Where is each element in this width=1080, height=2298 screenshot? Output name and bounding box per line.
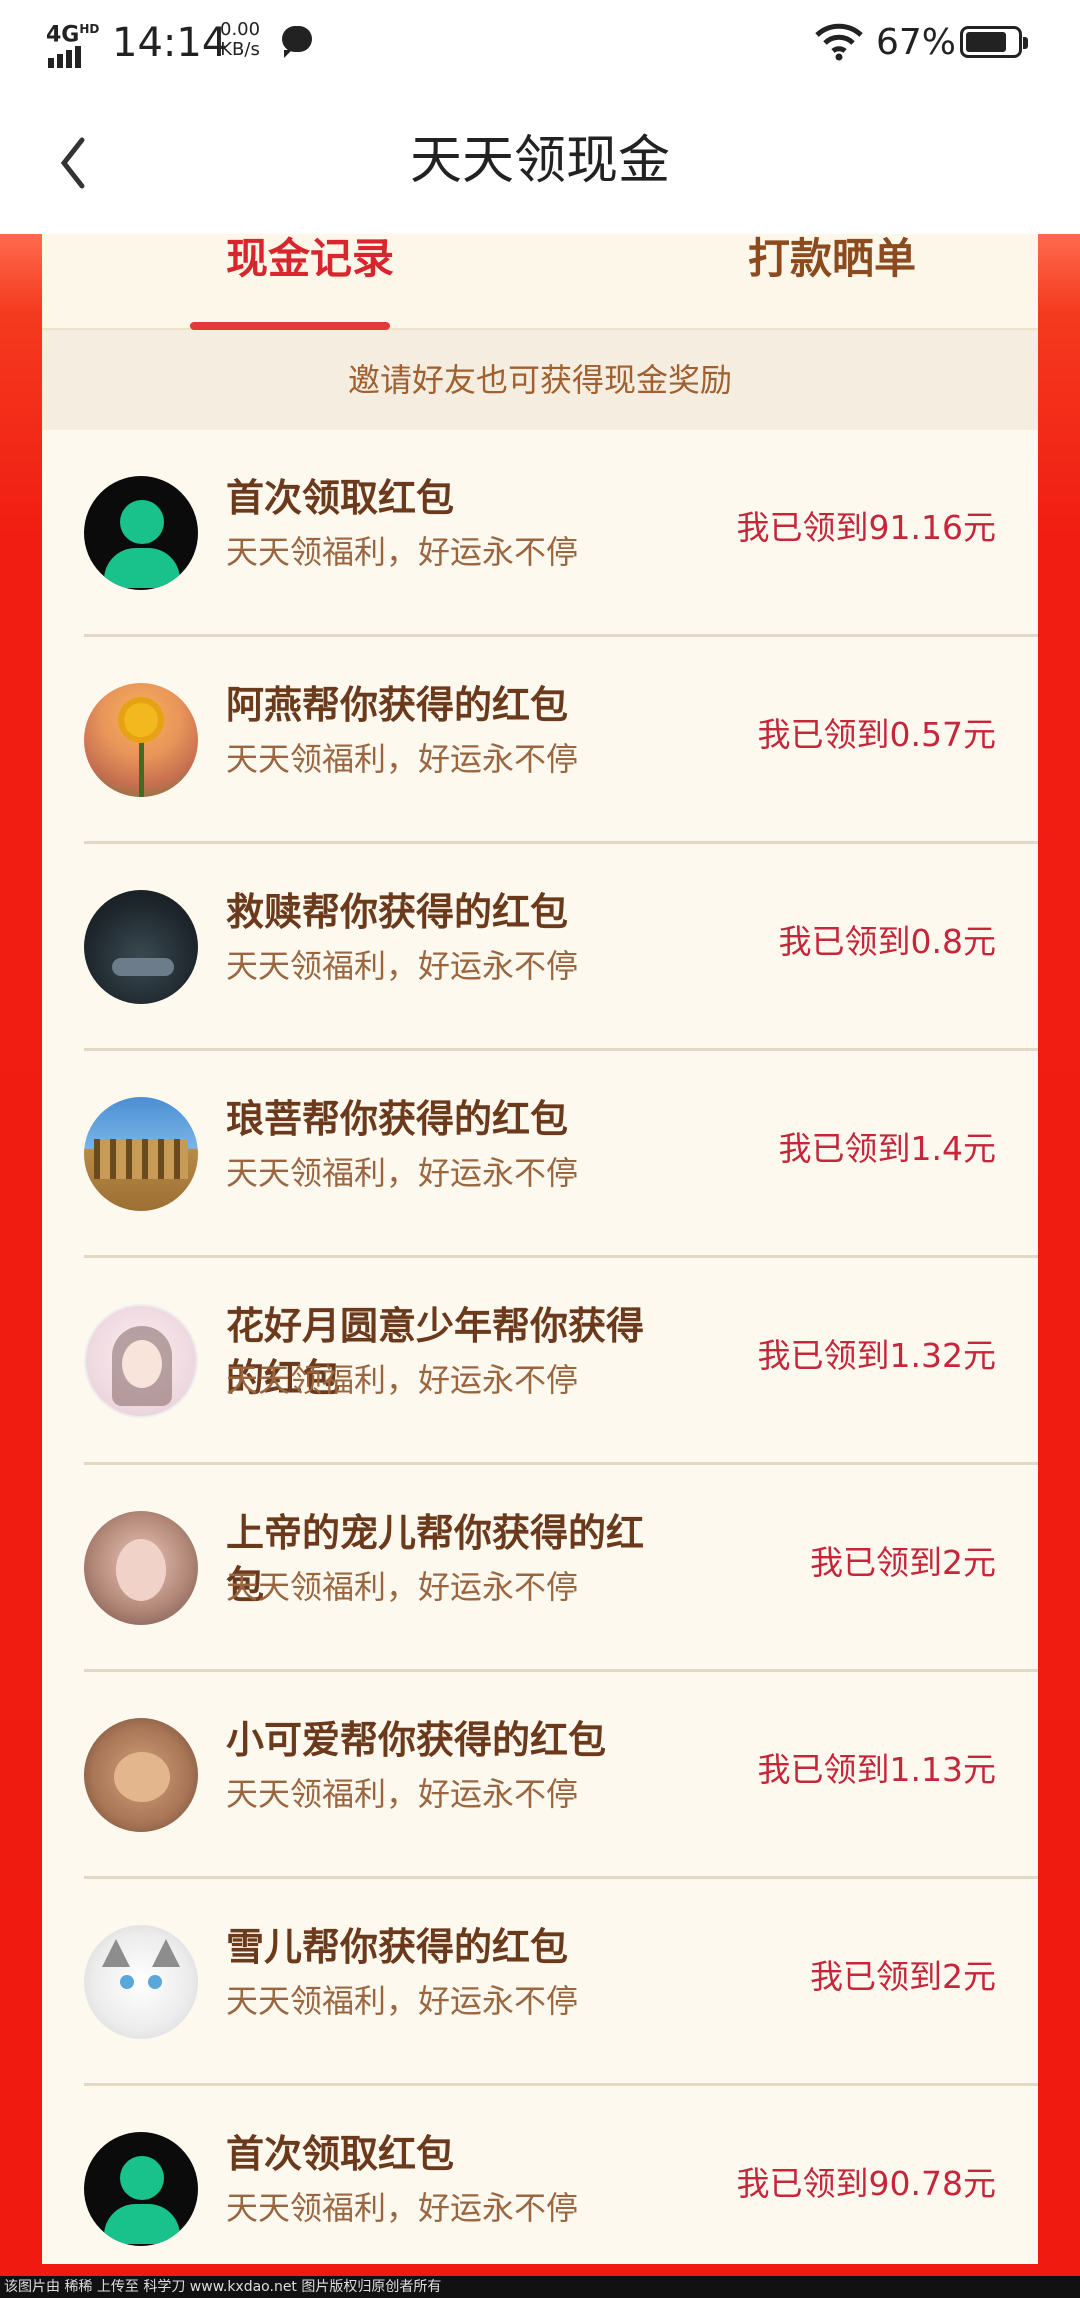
record-amount: 我已领到2元 [810, 1543, 996, 1582]
avatar [84, 476, 198, 590]
record-subtitle: 天天领福利，好运永不停 [226, 1568, 579, 1606]
network-type: 4GHD [46, 22, 100, 48]
record-subtitle: 天天领福利，好运永不停 [226, 1154, 579, 1192]
list-item[interactable]: 阿燕帮你获得的红包 天天领福利，好运永不停 我已领到0.57元 [84, 637, 1038, 844]
speed-value: 0.00 [220, 19, 261, 40]
record-amount: 我已领到0.57元 [757, 715, 996, 754]
record-amount: 我已领到0.8元 [778, 922, 996, 961]
avatar [84, 683, 198, 797]
record-subtitle: 天天领福利，好运永不停 [226, 947, 579, 985]
signal-icon: 4GHD [46, 18, 106, 68]
list-item[interactable]: 救赎帮你获得的红包 天天领福利，好运永不停 我已领到0.8元 [84, 844, 1038, 1051]
bottom-red-bar [0, 2264, 1080, 2276]
list-item[interactable]: 小可爱帮你获得的红包 天天领福利，好运永不停 我已领到1.13元 [84, 1672, 1038, 1879]
record-title: 琅菩帮你获得的红包 [226, 1097, 569, 1141]
tab-active-indicator [190, 322, 390, 330]
record-amount: 我已领到91.16元 [736, 508, 996, 547]
record-subtitle: 天天领福利，好运永不停 [226, 1982, 579, 2020]
record-subtitle: 天天领福利，好运永不停 [226, 2189, 579, 2227]
record-amount: 我已领到1.32元 [757, 1336, 996, 1375]
record-amount: 我已领到1.4元 [778, 1129, 996, 1168]
record-subtitle: 天天领福利，好运永不停 [226, 533, 579, 571]
list-item[interactable]: 首次领取红包 天天领福利，好运永不停 我已领到91.16元 [84, 430, 1038, 637]
avatar [84, 2132, 198, 2246]
avatar [84, 1511, 198, 1625]
record-title: 小可爱帮你获得的红包 [226, 1718, 607, 1762]
record-amount: 我已领到90.78元 [736, 2164, 996, 2203]
record-title: 阿燕帮你获得的红包 [226, 683, 569, 727]
list-item[interactable]: 雪儿帮你获得的红包 天天领福利，好运永不停 我已领到2元 [84, 1879, 1038, 2086]
record-title: 首次领取红包 [226, 476, 455, 520]
speed-unit: KB/s [220, 39, 260, 60]
record-amount: 我已领到1.13元 [757, 1750, 996, 1789]
list-item[interactable]: 上帝的宠儿帮你获得的红包 天天领福利，好运永不停 我已领到2元 [84, 1465, 1038, 1672]
network-speed: 0.00 KB/s [220, 20, 260, 60]
wifi-icon [815, 23, 863, 61]
record-subtitle: 天天领福利，好运永不停 [226, 740, 579, 778]
tab-bar: 现金记录 打款晒单 [42, 234, 1038, 330]
list-item[interactable]: 花好月圆意少年帮你获得的红包 天天领福利，好运永不停 我已领到1.32元 [84, 1258, 1038, 1465]
record-amount: 我已领到2元 [810, 1957, 996, 1996]
record-title: 雪儿帮你获得的红包 [226, 1925, 569, 1969]
records-list: 首次领取红包 天天领福利，好运永不停 我已领到91.16元 阿燕帮你获得的红包 … [42, 430, 1038, 2290]
battery-percent: 67% [876, 22, 957, 63]
avatar [84, 1925, 198, 2039]
message-icon [282, 26, 312, 58]
record-title: 救赎帮你获得的红包 [226, 890, 569, 934]
clock: 14:14 [112, 20, 228, 66]
avatar [84, 1097, 198, 1211]
page-title: 天天领现金 [409, 131, 670, 191]
tab-payment-showcase[interactable]: 打款晒单 [672, 234, 992, 328]
record-title: 首次领取红包 [226, 2132, 455, 2176]
record-subtitle: 天天领福利，好运永不停 [226, 1361, 579, 1399]
avatar [84, 1304, 198, 1418]
tab-cash-records[interactable]: 现金记录 [190, 234, 430, 328]
invite-banner[interactable]: 邀请好友也可获得现金奖励 [42, 330, 1038, 430]
record-subtitle: 天天领福利，好运永不停 [226, 1775, 579, 1813]
watermark: 该图片由 稀稀 上传至 科学刀 www.kxdao.net 图片版权归原创者所有 [0, 2276, 1080, 2298]
avatar [84, 1718, 198, 1832]
list-item[interactable]: 琅菩帮你获得的红包 天天领福利，好运永不停 我已领到1.4元 [84, 1051, 1038, 1258]
battery-icon [960, 26, 1028, 58]
status-bar: 4GHD 14:14 0.00 KB/s 67% [0, 0, 1080, 84]
list-item[interactable]: 首次领取红包 天天领福利，好运永不停 我已领到90.78元 [84, 2086, 1038, 2290]
title-bar: 天天领现金 [0, 84, 1080, 234]
avatar [84, 890, 198, 1004]
